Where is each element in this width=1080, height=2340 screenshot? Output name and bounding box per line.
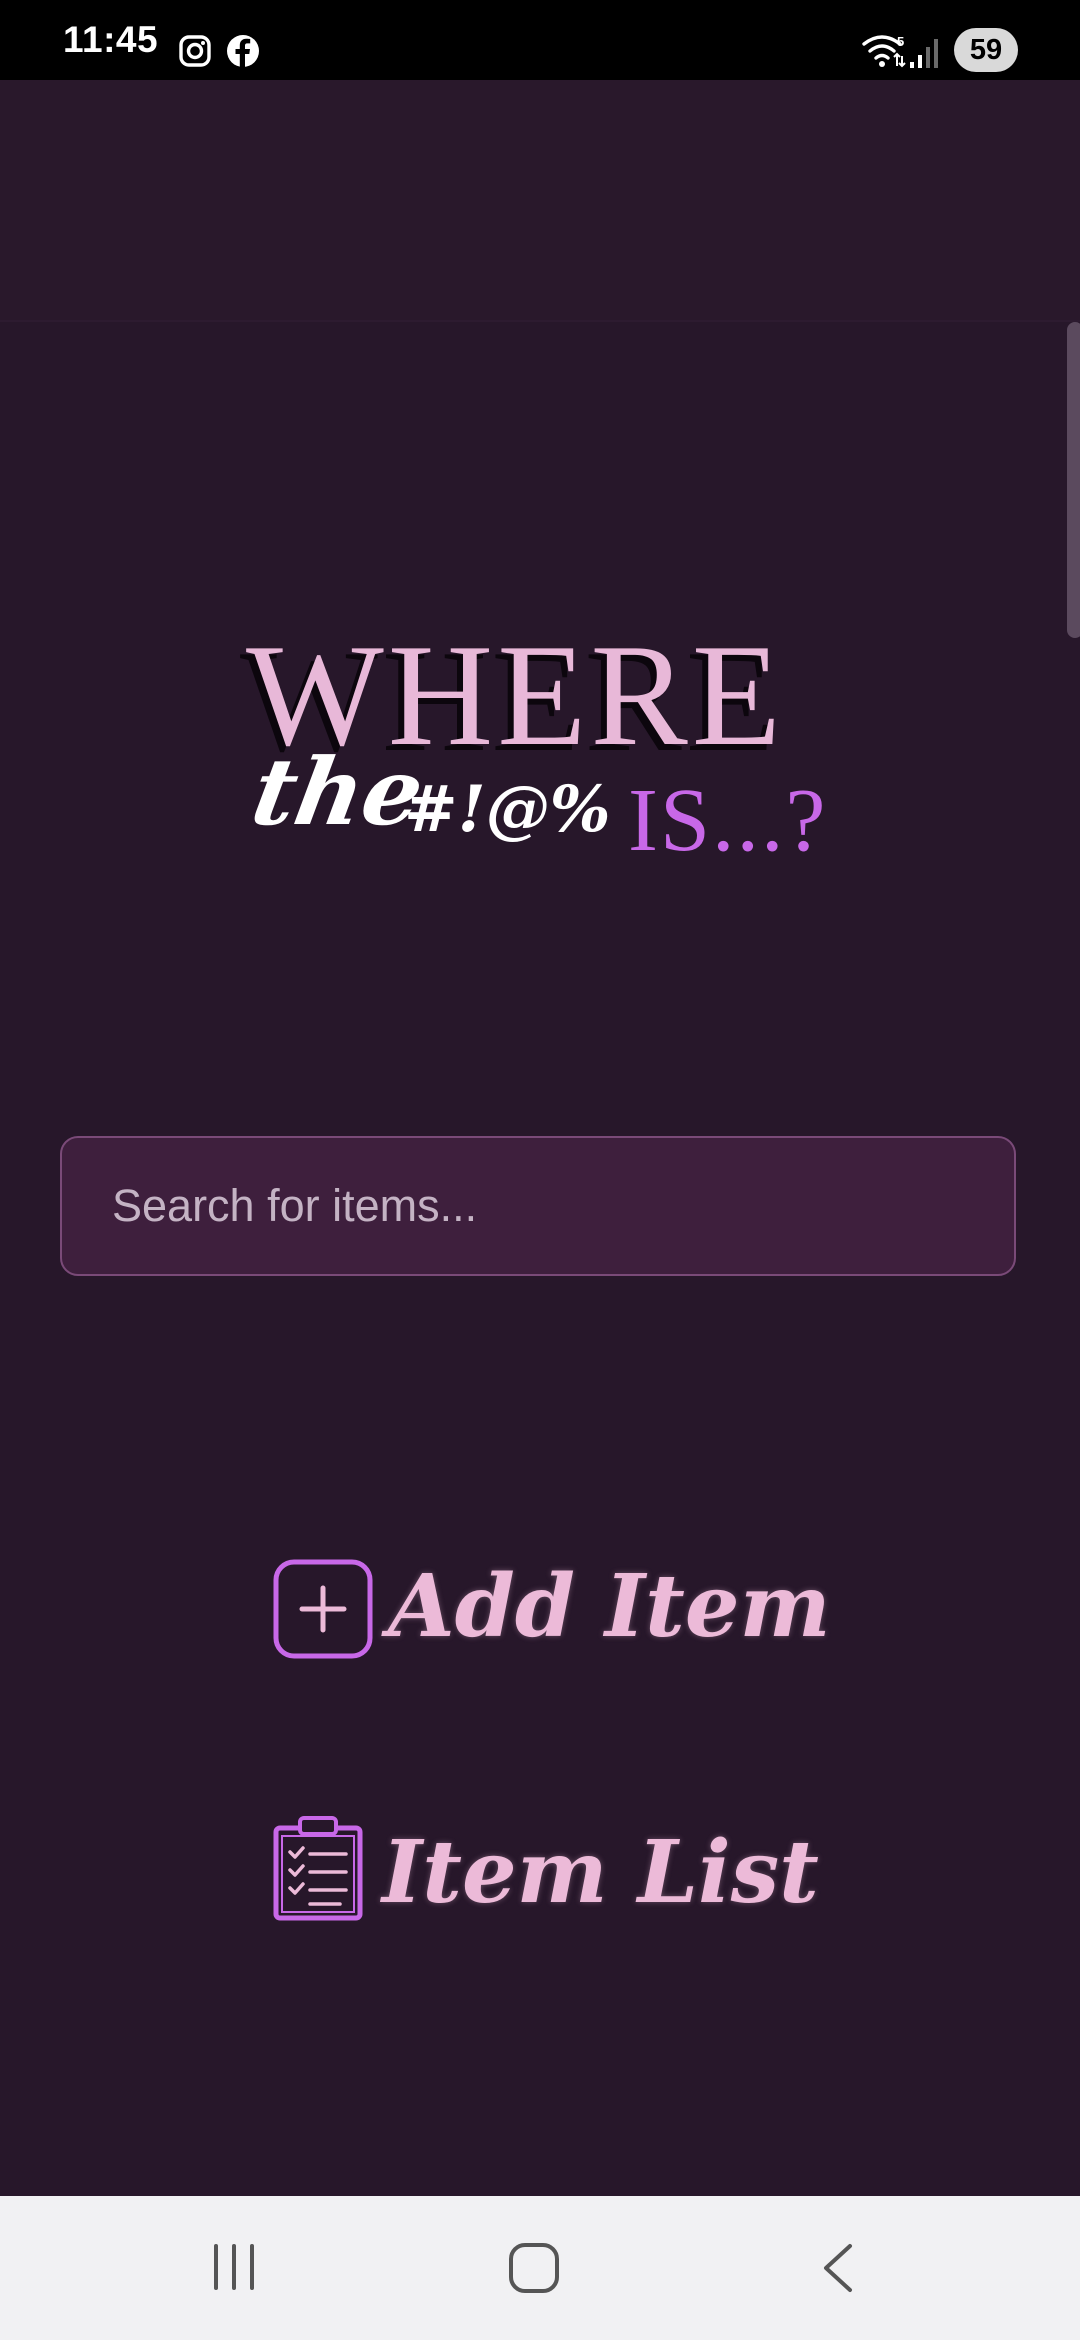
instagram-icon bbox=[179, 35, 211, 67]
battery-indicator: 59 bbox=[954, 28, 1018, 72]
back-button[interactable] bbox=[746, 2196, 926, 2340]
recent-apps-button[interactable] bbox=[142, 2196, 322, 2340]
logo-symbols-text: #!@% bbox=[404, 772, 611, 847]
recent-apps-icon bbox=[214, 2244, 254, 2290]
logo-the-text: the bbox=[244, 738, 432, 846]
status-time: 11:45 bbox=[63, 19, 159, 60]
app-screen: 11:45 5 59 WHERE the #!@% IS...? Search … bbox=[0, 0, 1080, 2340]
wifi-icon: 5 bbox=[862, 34, 906, 68]
search-input[interactable] bbox=[62, 1138, 1014, 1274]
status-bar: 11:45 5 59 bbox=[0, 0, 1080, 80]
signal-icon bbox=[910, 39, 938, 68]
add-item-label: Add Item bbox=[388, 1556, 831, 1657]
scrollbar-thumb[interactable] bbox=[1067, 322, 1080, 638]
top-band bbox=[0, 80, 1080, 322]
add-item-button[interactable]: Add Item bbox=[270, 1552, 831, 1662]
item-list-label: Item List bbox=[382, 1822, 819, 1923]
home-icon bbox=[509, 2243, 559, 2293]
clipboard-list-icon bbox=[273, 1816, 363, 1921]
facebook-icon bbox=[227, 35, 259, 68]
app-logo: WHERE the #!@% IS...? bbox=[0, 600, 1080, 900]
home-button[interactable] bbox=[444, 2196, 624, 2340]
add-square-icon bbox=[273, 1559, 373, 1659]
search-box bbox=[60, 1136, 1016, 1276]
logo-is-text: IS...? bbox=[628, 771, 828, 870]
item-list-button[interactable]: Item List bbox=[270, 1810, 819, 1928]
back-icon bbox=[824, 2244, 852, 2292]
svg-text:5: 5 bbox=[897, 34, 904, 49]
navigation-bar bbox=[0, 2196, 1080, 2340]
